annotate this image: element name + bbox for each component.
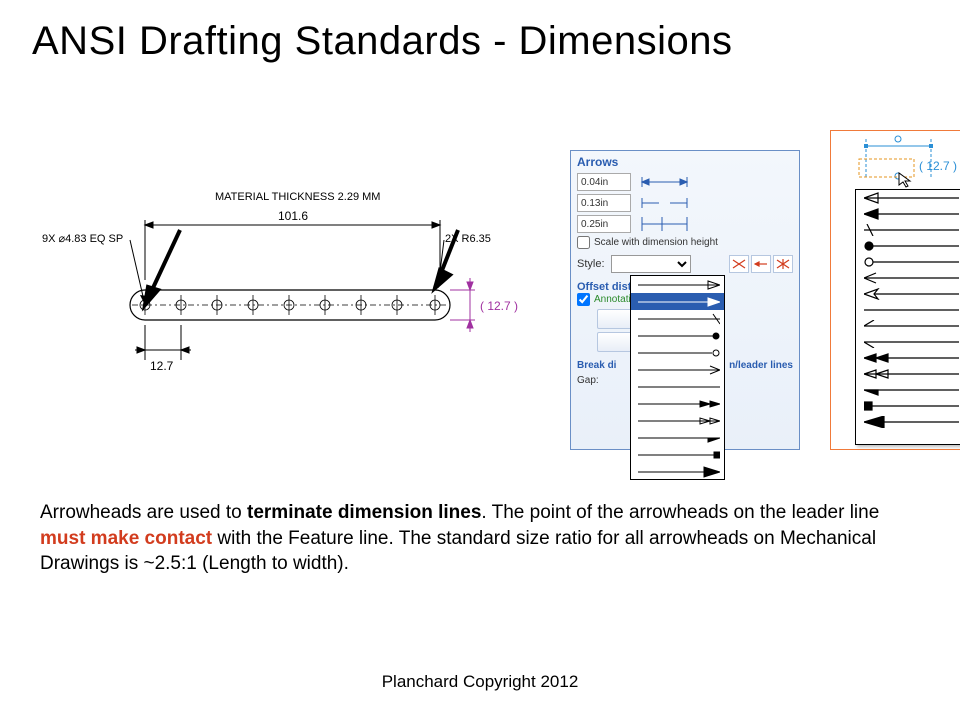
arrow-opt-half[interactable] [631,429,724,446]
gap-label: Gap: [577,375,599,386]
material-thickness-label: MATERIAL THICKNESS 2.29 MM [215,191,380,203]
body-p1a: Arrowheads are used to [40,502,247,523]
arrow-opt-filled[interactable] [631,293,724,310]
overall-dim: 101.6 [278,209,308,223]
break-right: n/leader lines [729,360,793,371]
content-row: MATERIAL THICKNESS 2.29 MM 9X ⌀4.83 EQ S… [40,150,920,460]
footer-copyright: Planchard Copyright 2012 [0,672,960,692]
arrow-opt-none[interactable] [631,378,724,395]
hole-callout: 9X ⌀4.83 EQ SP [42,233,123,245]
pal-half[interactable] [856,382,960,398]
style-btn-1[interactable] [729,255,749,273]
pitch-dim: 12.7 [150,359,174,373]
pal-openarrow[interactable] [856,286,960,302]
arrow-size-1-input[interactable] [577,173,631,191]
arrow-opt-dot[interactable] [631,327,724,344]
arrowhead-palette: ( 12.7 ) [830,130,960,450]
palette-top-dim: ( 12.7 ) [831,131,960,186]
arrow-size-2-input[interactable] [577,194,631,212]
pal-dblopen[interactable] [856,366,960,382]
pal-opendot[interactable] [856,254,960,270]
arrowhead-list[interactable] [855,189,960,445]
arrows-panel-header: Arrows [577,155,793,169]
scale-checkbox[interactable] [577,236,590,249]
pal-dot[interactable] [856,238,960,254]
arrow-opt-doublefilled[interactable] [631,395,724,412]
pal-none2[interactable] [856,302,960,318]
arrow-opt-thin[interactable] [631,361,724,378]
arrow-opt-bigfilled[interactable] [631,463,724,480]
pal-filled[interactable] [856,206,960,222]
arrow-opt-box[interactable] [631,446,724,463]
body-p1b: terminate dimension lines [247,502,481,523]
style-btn-2[interactable] [751,255,771,273]
engineering-drawing: MATERIAL THICKNESS 2.29 MM 9X ⌀4.83 EQ S… [40,170,550,420]
pal-big[interactable] [856,414,960,430]
break-left: Break di [577,360,616,371]
arrow-preview-3-icon [637,215,692,233]
scale-checkbox-row[interactable]: Scale with dimension height [577,236,793,249]
pal-down[interactable] [856,334,960,350]
pal-thin[interactable] [856,270,960,286]
arrow-opt-doubleopen[interactable] [631,412,724,429]
cursor-icon [897,171,915,189]
arrow-opt-open[interactable] [631,276,724,293]
palette-dim-text: ( 12.7 ) [919,159,957,173]
arrow-preview-2-icon [637,194,692,212]
style-dropdown[interactable] [630,275,725,480]
style-select[interactable] [611,255,691,273]
height-dim: ( 12.7 ) [480,299,518,313]
pal-up[interactable] [856,318,960,334]
pal-box[interactable] [856,398,960,414]
pal-slash[interactable] [856,222,960,238]
arrow-opt-opendot[interactable] [631,344,724,361]
body-paragraph: Arrowheads are used to terminate dimensi… [40,500,900,577]
scale-checkbox-label: Scale with dimension height [594,237,718,248]
style-btn-3[interactable] [773,255,793,273]
arrow-opt-slash[interactable] [631,310,724,327]
pal-dblfilled[interactable] [856,350,960,366]
pal-open[interactable] [856,190,960,206]
arrow-size-3-input[interactable] [577,215,631,233]
body-p1c: . The point of the arrowheads on the lea… [481,502,879,523]
annot-checkbox[interactable] [577,293,590,306]
body-p1d: must make contact [40,528,212,549]
page-title: ANSI Drafting Standards - Dimensions [0,0,960,64]
fillet-callout: 2X R6.35 [445,233,491,245]
arrow-preview-1-icon [637,173,692,191]
style-label: Style: [577,258,605,270]
